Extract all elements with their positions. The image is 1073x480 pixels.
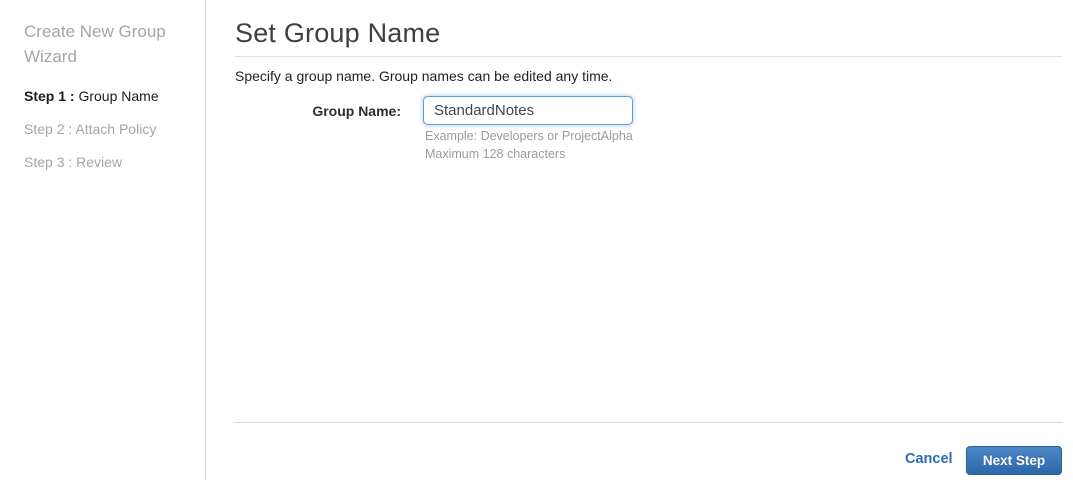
step-2-prefix: Step 2 : [24,121,73,137]
sidebar-step-group-name: Step 1 : Group Name [24,88,159,104]
group-name-hint-example: Example: Developers or ProjectAlpha [425,129,633,143]
cancel-link[interactable]: Cancel [905,451,953,467]
step-2-label: Attach Policy [75,121,157,137]
page-description: Specify a group name. Group names can be… [235,68,613,84]
step-1-label: Group Name [78,88,159,104]
wizard-title: Create New Group Wizard [24,22,166,66]
footer-divider [234,422,1063,423]
group-name-hint-max: Maximum 128 characters [425,147,566,161]
wizard-sidebar: Create New Group Wizard Step 1 : Group N… [0,0,206,480]
step-1-prefix: Step 1 : [24,88,75,104]
page-title: Set Group Name [235,18,441,48]
sidebar-step-review: Step 3 : Review [24,154,122,170]
step-3-label: Review [76,154,123,170]
sidebar-step-attach-policy: Step 2 : Attach Policy [24,121,156,137]
title-divider [235,56,1062,57]
next-step-button[interactable]: Next Step [966,446,1062,475]
group-name-label: Group Name: [312,103,401,119]
create-group-wizard-page: Create New Group Wizard Step 1 : Group N… [0,0,1073,480]
group-name-input[interactable] [423,96,633,125]
step-3-prefix: Step 3 : [24,154,73,170]
